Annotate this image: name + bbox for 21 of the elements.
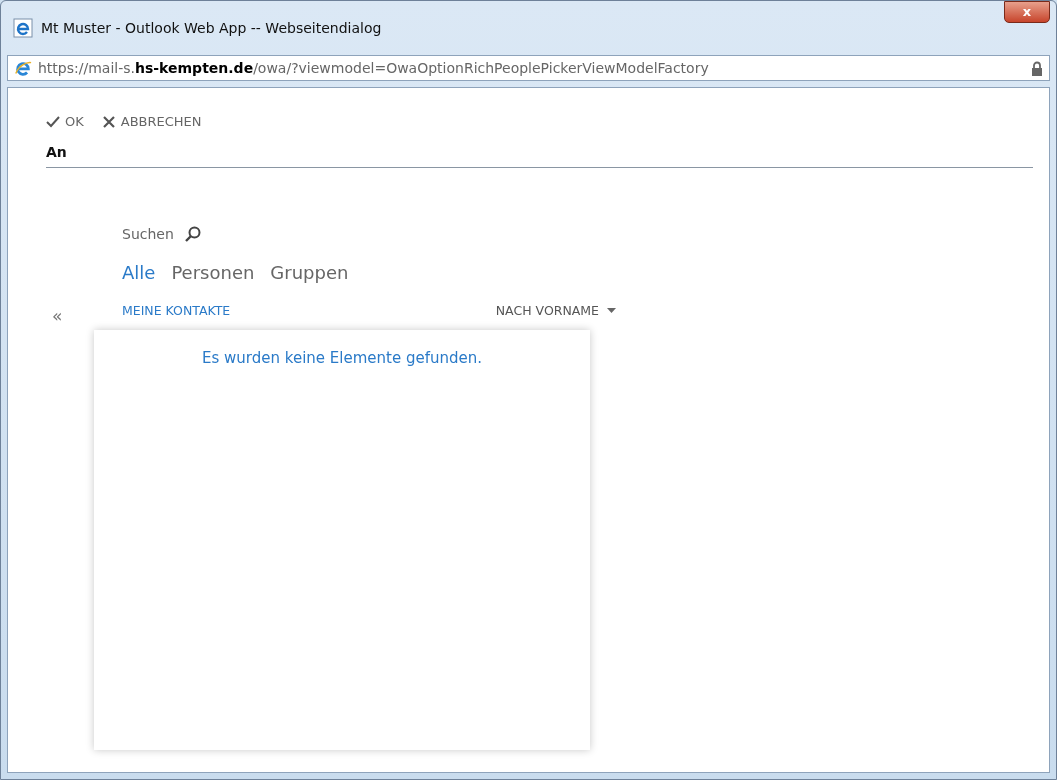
search-icon xyxy=(183,225,202,243)
window-title: Mt Muster - Outlook Web App -- Webseitendialog xyxy=(41,18,382,38)
sort-dropdown[interactable]: NACH VORNAME xyxy=(495,301,616,321)
empty-message: Es wurden keine Elemente gefunden. xyxy=(202,349,482,368)
to-field-label: An xyxy=(46,131,1033,168)
browser-icon xyxy=(13,18,33,38)
check-icon xyxy=(46,114,60,129)
folder-link[interactable]: MEINE KONTAKTE xyxy=(122,301,231,321)
filter-tab[interactable]: Gruppen xyxy=(270,258,349,286)
filter-tab[interactable]: Alle xyxy=(122,258,156,286)
search-field[interactable]: Suchen xyxy=(122,223,622,245)
collapse-button[interactable]: « xyxy=(52,305,63,326)
close-icon xyxy=(101,114,116,129)
browser-icon xyxy=(14,59,32,77)
cancel-button[interactable]: ABBRECHEN xyxy=(101,112,202,132)
close-button[interactable]: x xyxy=(1004,1,1050,23)
caret-icon xyxy=(607,308,616,314)
filter-tab[interactable]: Personen xyxy=(171,258,255,286)
url-text: https://mail-s.hs-kempten.de/owa/?viewmodel=OwaOptionRichPeoplePickerViewModelFactory xyxy=(38,58,709,78)
ok-button[interactable]: OK xyxy=(46,112,84,132)
lock-icon xyxy=(1031,60,1043,76)
